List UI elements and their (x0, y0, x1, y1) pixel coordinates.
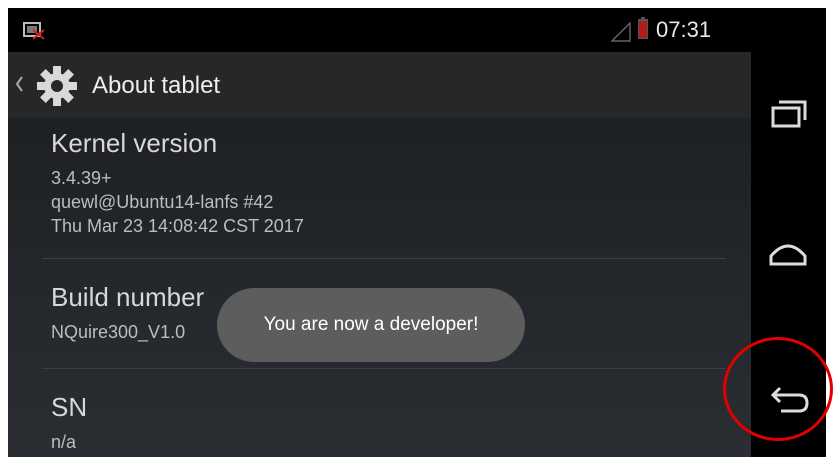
settings-gear-icon (37, 66, 77, 106)
recent-apps-icon[interactable] (763, 86, 813, 136)
screenshot-notification-icon (23, 22, 45, 40)
toast: You are now a developer! (217, 288, 525, 362)
battery-icon (638, 17, 648, 39)
device-screen: 07:31 About tablet Kernel version 3.4.39… (8, 8, 826, 457)
annotation-highlight-circle (723, 337, 833, 441)
list-item-title: Kernel version (51, 128, 218, 158)
home-icon[interactable] (763, 226, 813, 276)
toast-message: You are now a developer! (263, 314, 479, 335)
about-tablet-screen: About tablet Kernel version 3.4.39+ quew… (8, 52, 751, 457)
list-item-title: Build number (51, 282, 205, 312)
divider (42, 368, 726, 369)
list-item-summary: NQuire300_V1.0 (51, 322, 186, 342)
page-title: About tablet (92, 72, 221, 99)
list-item-title: SN (51, 392, 88, 422)
status-bar: 07:31 (8, 8, 751, 52)
signal-icon (611, 22, 631, 42)
list-item-summary: 3.4.39+ quewl@Ubuntu14-lanfs #42 Thu Mar… (51, 168, 304, 236)
action-bar[interactable]: About tablet (8, 52, 751, 118)
list-item-summary: n/a (51, 432, 77, 452)
up-navigation-icon[interactable] (14, 74, 24, 94)
status-clock: 07:31 (656, 17, 712, 42)
divider (42, 258, 726, 259)
